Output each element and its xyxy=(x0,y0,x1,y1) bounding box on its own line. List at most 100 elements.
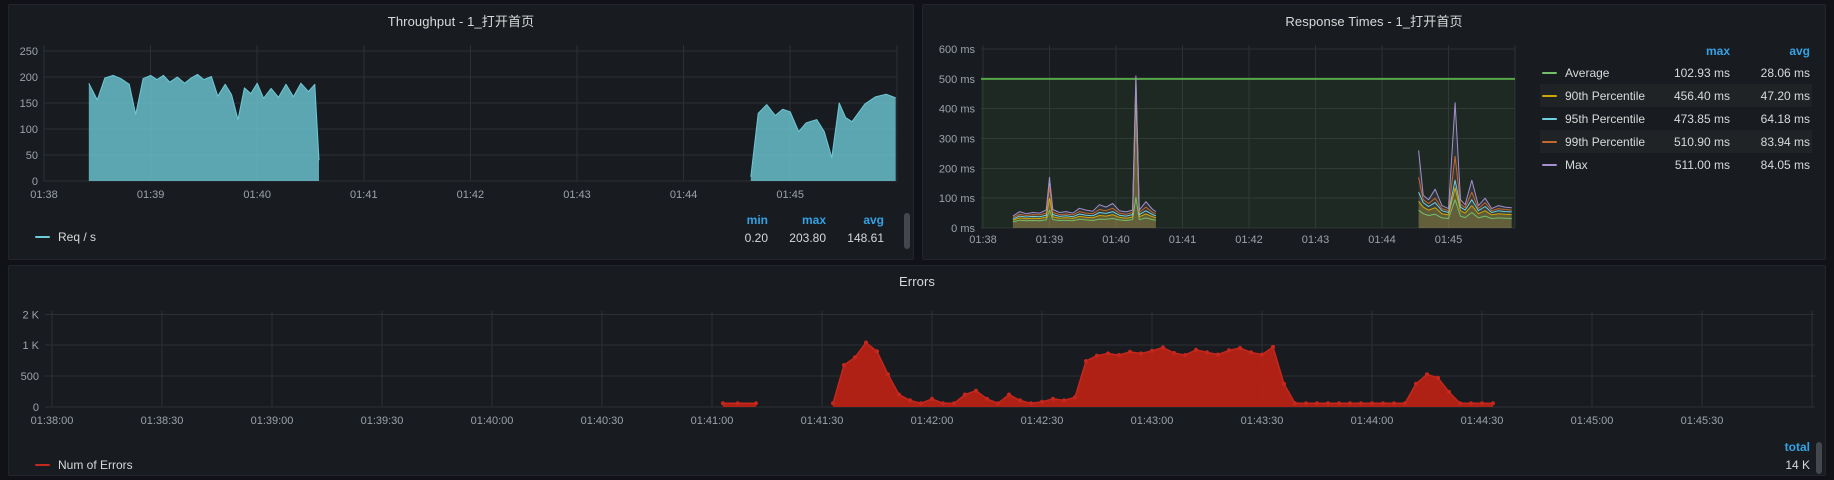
y-axis-tick-label: 1 K xyxy=(22,340,39,352)
data-point-marker xyxy=(1116,353,1122,358)
legend-scrollbar[interactable] xyxy=(1816,442,1822,474)
legend-max-value: 511.00 ms xyxy=(1674,157,1730,172)
panel-response-times: Response Times - 1_打开首页 0 ms 100 ms 200 ms… xyxy=(922,4,1826,260)
y-axis-tick-label: 500 ms xyxy=(939,74,976,86)
data-point-marker xyxy=(863,340,869,345)
data-point-marker xyxy=(841,363,847,368)
data-point-marker xyxy=(1237,345,1243,351)
data-point-marker xyxy=(1138,351,1144,356)
x-axis-tick-label: 01:44 xyxy=(670,189,698,201)
x-axis-tick-label: 01:44:30 xyxy=(1461,415,1504,427)
data-point-marker xyxy=(1457,401,1463,406)
x-axis-tick-label: 01:41 xyxy=(350,189,378,201)
y-axis-tick-label: 2 K xyxy=(22,309,39,321)
series-label[interactable]: 90th Percentile xyxy=(1565,89,1645,103)
data-point-marker xyxy=(885,372,891,377)
data-point-marker xyxy=(852,355,858,360)
y-axis-tick-label: 250 xyxy=(20,46,38,58)
stat-col-avg: avg 148.61 xyxy=(826,212,884,248)
legend-max-value: 102.93 ms xyxy=(1673,65,1730,80)
data-point-marker xyxy=(1358,401,1364,406)
data-point-marker xyxy=(753,401,759,406)
x-axis-tick-label: 01:44:00 xyxy=(1351,415,1394,427)
response-legend-table: max avg Average 102.93 ms 28.06 ms 90th Per… xyxy=(1540,41,1812,176)
data-point-marker xyxy=(1149,348,1155,353)
series-area xyxy=(750,94,896,181)
data-point-marker xyxy=(1017,398,1023,403)
legend-avg-value: 28.06 ms xyxy=(1760,65,1810,80)
data-point-marker xyxy=(1171,350,1177,356)
x-axis-tick-label: 01:40 xyxy=(1102,234,1130,246)
x-axis-tick-label: 01:39 xyxy=(137,189,165,201)
series-color-marker xyxy=(35,236,50,238)
data-point-marker xyxy=(1303,401,1309,406)
series-color-marker xyxy=(1542,117,1557,120)
y-axis-tick-label: 150 xyxy=(20,98,38,110)
y-axis-tick-label: 100 ms xyxy=(939,193,976,205)
x-axis-tick-label: 01:38 xyxy=(30,189,58,201)
data-point-marker xyxy=(735,401,740,406)
data-point-marker xyxy=(1160,345,1166,350)
grafana-dashboard: Throughput - 1_打开首页 0 50 100 150 200 250 01:38… xyxy=(0,0,1834,480)
legend-header-max[interactable]: max xyxy=(1646,44,1730,58)
data-point-marker xyxy=(951,401,957,406)
series-color-marker xyxy=(35,464,50,466)
data-point-marker xyxy=(1292,401,1298,406)
series-label[interactable]: Average xyxy=(1565,66,1609,80)
x-axis-tick-label: 01:39:30 xyxy=(361,415,404,427)
data-point-marker xyxy=(1127,349,1133,354)
data-point-marker xyxy=(1259,352,1265,357)
data-point-marker xyxy=(1380,401,1386,406)
data-point-marker xyxy=(1424,372,1430,377)
x-axis-tick-label: 01:41:30 xyxy=(801,415,844,427)
x-axis-tick-label: 01:38 xyxy=(969,234,997,246)
data-point-marker xyxy=(918,401,924,406)
data-point-marker xyxy=(1402,401,1408,406)
stat-header-avg[interactable]: avg xyxy=(826,212,884,229)
panel-throughput: Throughput - 1_打开首页 0 50 100 150 200 250 01:38… xyxy=(8,4,914,260)
legend-row[interactable]: 95th Percentile 473.85 ms 64.18 ms xyxy=(1540,107,1812,130)
data-point-marker xyxy=(1413,381,1419,386)
x-axis-tick-label: 01:42 xyxy=(1235,234,1263,246)
series-label[interactable]: 99th Percentile xyxy=(1565,135,1645,149)
x-axis-tick-label: 01:45 xyxy=(1435,234,1463,246)
legend-header-avg[interactable]: avg xyxy=(1730,44,1810,58)
stat-header-max[interactable]: max xyxy=(768,212,826,229)
data-point-marker xyxy=(874,349,880,354)
errors-stats: total 14 K xyxy=(1752,439,1810,475)
legend-item-num-of-errors[interactable]: Num of Errors xyxy=(35,458,133,472)
legend-row[interactable]: 99th Percentile 510.90 ms 83.94 ms xyxy=(1540,130,1812,153)
series-color-marker xyxy=(1542,94,1557,97)
data-point-marker xyxy=(1314,401,1320,406)
series-label[interactable]: Max xyxy=(1565,158,1588,172)
legend-max-value: 473.85 ms xyxy=(1673,111,1730,126)
stat-header-total[interactable]: total xyxy=(1752,439,1810,456)
x-axis-tick-label: 01:40:00 xyxy=(471,415,514,427)
legend-item-reqs[interactable]: Req / s xyxy=(35,230,96,244)
errors-chart[interactable]: 0 500 1 K 2 K 01:38:00 01:38:30 01:39:00 01:39:… xyxy=(9,266,1827,477)
x-axis-tick-label: 01:45:30 xyxy=(1681,415,1724,427)
y-axis-tick-label: 200 ms xyxy=(939,163,976,175)
data-point-marker xyxy=(929,396,935,401)
data-point-marker xyxy=(1061,398,1067,403)
legend-max-value: 510.90 ms xyxy=(1673,134,1730,149)
data-point-marker xyxy=(1204,350,1210,355)
legend-row[interactable]: Average 102.93 ms 28.06 ms xyxy=(1540,61,1812,84)
stat-header-min[interactable]: min xyxy=(710,212,768,229)
x-axis-tick-label: 01:43:00 xyxy=(1131,415,1174,427)
legend-row[interactable]: 90th Percentile 456.40 ms 47.20 ms xyxy=(1540,84,1812,107)
x-axis-tick-label: 01:41 xyxy=(1169,234,1197,246)
y-axis-tick-label: 50 xyxy=(26,150,38,162)
series-label[interactable]: 95th Percentile xyxy=(1565,112,1645,126)
data-point-marker xyxy=(1336,401,1342,406)
data-point-marker xyxy=(1006,392,1012,397)
x-axis-tick-label: 01:41:00 xyxy=(691,415,734,427)
legend-row[interactable]: Max 511.00 ms 84.05 ms xyxy=(1540,153,1812,176)
legend-scrollbar[interactable] xyxy=(904,213,910,249)
data-point-marker xyxy=(1094,353,1100,358)
x-axis-tick-label: 01:42:30 xyxy=(1021,415,1064,427)
y-axis-tick-label: 500 xyxy=(21,371,39,383)
data-point-marker xyxy=(984,396,990,401)
y-axis-tick-label: 400 ms xyxy=(939,104,976,116)
data-point-marker xyxy=(1347,401,1353,406)
